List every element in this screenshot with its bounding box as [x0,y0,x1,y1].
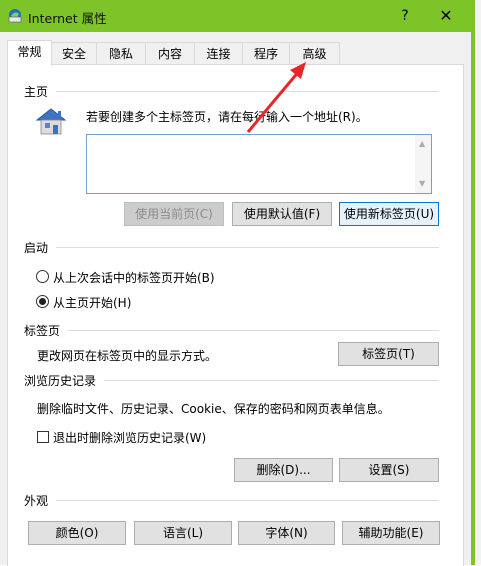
tab-security[interactable]: 安全 [51,42,97,65]
tabs-header: 标签页 [24,324,61,338]
close-button[interactable]: ✕ [432,4,460,28]
scroll-down-icon[interactable]: ▼ [419,179,425,188]
divider [68,330,439,331]
divider [104,380,439,381]
scroll-up-icon[interactable]: ▲ [419,139,425,148]
house-icon [33,106,69,136]
radio-home-page-label[interactable]: 从主页开始(H) [53,294,131,311]
tab-general[interactable]: 常规 [7,40,52,66]
delete-on-exit-checkbox[interactable] [37,431,49,443]
accessibility-button[interactable]: 辅助功能(E) [342,521,440,545]
radio-last-session-label[interactable]: 从上次会话中的标签页开始(B) [53,269,215,286]
divider [56,500,439,501]
history-settings-button[interactable]: 设置(S) [339,458,439,482]
internet-options-icon [7,7,23,23]
tab-programs[interactable]: 程序 [242,42,290,65]
home-page-header: 主页 [24,85,49,99]
appearance-header: 外观 [24,494,49,508]
scrollbar[interactable]: ▲ ▼ [415,135,431,193]
delete-history-button[interactable]: 删除(D)... [234,458,333,482]
colors-button[interactable]: 颜色(O) [28,521,126,545]
background-window-fragment [475,0,481,565]
tabs-description: 更改网页在标签页中的显示方式。 [37,349,218,363]
radio-last-session[interactable] [36,270,49,283]
startup-header: 启动 [24,241,49,255]
languages-button[interactable]: 语言(L) [134,521,232,545]
divider [56,91,439,92]
history-header: 浏览历史记录 [24,374,97,388]
radio-home-page[interactable] [36,295,49,308]
home-page-address-field[interactable] [86,134,432,194]
use-default-button[interactable]: 使用默认值(F) [232,202,332,226]
delete-on-exit-label[interactable]: 退出时删除浏览历史记录(W) [53,429,206,446]
use-current-button[interactable]: 使用当前页(C) [124,202,224,226]
help-button[interactable]: ? [395,4,415,28]
tab-advanced[interactable]: 高级 [289,42,340,65]
divider [56,247,439,248]
home-page-description: 若要创建多个主标签页，请在每行输入一个地址(R)。 [86,110,368,124]
tab-connections[interactable]: 连接 [194,42,243,65]
tab-privacy[interactable]: 隐私 [96,42,146,65]
tab-content[interactable]: 内容 [145,42,195,65]
window-title: Internet 属性 [28,11,107,26]
tabs-settings-button[interactable]: 标签页(T) [338,342,439,366]
use-new-tab-button[interactable]: 使用新标签页(U) [339,202,439,226]
fonts-button[interactable]: 字体(N) [238,521,335,545]
history-description: 删除临时文件、历史记录、Cookie、保存的密码和网页表单信息。 [37,402,390,416]
